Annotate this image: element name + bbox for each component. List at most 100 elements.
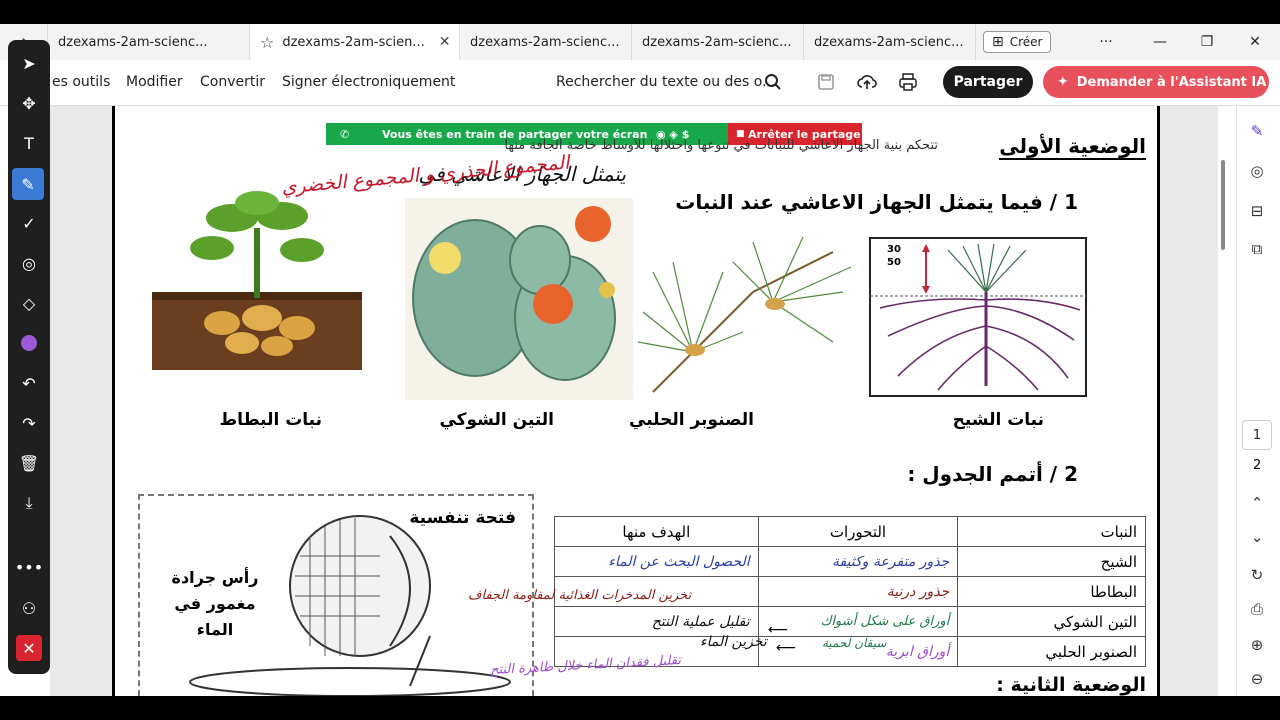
pages-icon[interactable]: ⧉ <box>1244 236 1270 262</box>
table-row: التين الشوكي أوراق على شكل أشواك تقليل ع… <box>554 606 1146 637</box>
table-header-changes: التحورات <box>757 516 959 547</box>
star-icon[interactable]: ☆ <box>260 33 274 52</box>
tab-label: dzexams-2am-scienc... <box>814 34 964 50</box>
situation2-title: الوضعية الثانية : <box>996 674 1146 696</box>
arrow-icon: ⟵ <box>776 640 797 656</box>
bookmark-icon[interactable]: ⊟ <box>1244 198 1270 224</box>
prickly-pear-image <box>405 198 633 400</box>
select-arrow-icon[interactable]: ➤ <box>16 50 42 76</box>
eraser-icon[interactable]: ◇ <box>16 290 42 316</box>
diagram-caption: رأس جرادة مغمور في الماء <box>171 568 259 639</box>
more-icon[interactable]: ••• <box>15 554 43 580</box>
question-1: 1 / فيما يتمثل الجهاز الاعاشي عند النبات <box>675 190 1078 214</box>
tab-label: dzexams-2am-scienc... <box>642 34 792 50</box>
close-tab-icon[interactable]: ✕ <box>439 34 451 50</box>
situation1-intro: تتحكم بنية الجهاز الاعاشي للنباتات في تن… <box>504 138 938 153</box>
diagram-value-1: 30 <box>887 244 901 255</box>
diagram-value-2: 50 <box>887 257 901 268</box>
chevron-up-icon[interactable]: ⌃ <box>1244 490 1270 516</box>
chevron-down-icon[interactable]: ⌄ <box>1244 524 1270 550</box>
note-potato-goal: تخزين المدخرات الغذائية لمقاومة الجفاف <box>468 588 692 603</box>
zoom-out-icon[interactable]: ⊖ <box>1244 666 1270 692</box>
table-cell-goal: تقليل عملية النتح <box>554 606 759 637</box>
table-cell-change: أوراق على شكل أشواك <box>757 606 959 637</box>
share-button[interactable]: Partager <box>943 66 1033 98</box>
comment-icon[interactable]: ◎ <box>1244 158 1270 184</box>
user-settings-icon[interactable]: ⚇ <box>16 595 42 621</box>
note-cactus-stem: سيقان لحمية <box>822 636 887 650</box>
trash-icon[interactable]: 🗑 <box>16 450 42 476</box>
upload-icon[interactable] <box>855 70 879 94</box>
save-icon[interactable] <box>814 70 838 94</box>
text-tool-icon[interactable]: T <box>16 130 42 156</box>
pen-icon[interactable]: ✎ <box>12 168 44 200</box>
close-toolbar-icon[interactable]: ✕ <box>16 635 42 661</box>
undo-icon[interactable]: ↶ <box>16 370 42 396</box>
table-header-goal: الهدف منها <box>554 516 759 547</box>
scrollbar-thumb[interactable] <box>1221 160 1225 250</box>
situation1-title: الوضعية الأولى <box>999 134 1146 160</box>
close-window-button[interactable]: ✕ <box>1232 24 1278 60</box>
ai-assistant-label: Demander à l'Assistant IA <box>1076 74 1267 90</box>
sign-menu[interactable]: Signer électroniquement <box>282 74 455 90</box>
tab-3[interactable]: dzexams-2am-scienc... <box>460 24 632 60</box>
ai-sparkle-icon: ✦ <box>1057 74 1069 90</box>
tab-1[interactable]: dzexams-2am-scienc... <box>48 24 250 60</box>
tab-label: dzexams-2am-scienc... <box>58 34 208 50</box>
table-cell-plant: البطاطا <box>957 576 1146 607</box>
tab-label: dzexams-2am-scienc... <box>470 34 620 50</box>
aleppo-pine-image <box>633 232 855 400</box>
zoom-in-icon[interactable]: ⊕ <box>1244 632 1270 658</box>
edit-menu[interactable]: Modifier <box>126 74 183 90</box>
refresh-icon[interactable]: ↻ <box>1244 562 1270 588</box>
label-prickly-pear: التين الشوكي <box>439 410 554 430</box>
new-tab-button[interactable]: ⊞ Créer <box>983 31 1052 53</box>
page-1-button[interactable]: 1 <box>1242 420 1272 450</box>
minimize-button[interactable]: — <box>1137 24 1183 60</box>
restore-button[interactable]: ❐ <box>1184 24 1230 60</box>
ai-assistant-button[interactable]: ✦ Demander à l'Assistant IA <box>1043 66 1269 98</box>
note-cactus-goal: تخزين الماء <box>700 634 767 650</box>
minimize-icon: — <box>1153 34 1167 50</box>
tab-5[interactable]: dzexams-2am-scienc... <box>804 24 976 60</box>
target-icon[interactable]: ◎ <box>16 250 42 276</box>
redo-icon[interactable]: ↷ <box>16 410 42 436</box>
label-potato: نبات البطاط <box>219 410 322 430</box>
more-icon: ··· <box>1099 34 1113 50</box>
move-icon[interactable]: ✥ <box>16 90 42 116</box>
tools-menu[interactable]: es outils <box>52 74 110 90</box>
ai-summary-icon[interactable]: ✎ <box>1244 118 1270 144</box>
table-header-row: النبات التحورات الهدف منها <box>554 516 1146 547</box>
tab-2-active[interactable]: ☆ dzexams-2am-scien... ✕ <box>250 24 460 60</box>
tab-4[interactable]: dzexams-2am-scienc... <box>632 24 804 60</box>
question-2: 2 / أتمم الجدول : <box>907 462 1078 486</box>
artemisia-plant-diagram <box>868 236 1088 398</box>
bottom-black-bar <box>0 696 1280 720</box>
convert-menu[interactable]: Convertir <box>200 74 265 90</box>
label-artemisia: نبات الشيح <box>952 410 1044 430</box>
print-icon[interactable] <box>896 70 920 94</box>
restore-icon: ❐ <box>1200 34 1214 50</box>
page-settings-icon[interactable]: ⎙ <box>1244 596 1270 622</box>
tab-label: dzexams-2am-scien... <box>282 34 425 50</box>
potato-plant-image <box>152 188 362 370</box>
table-header-plant: النبات <box>957 516 1146 547</box>
search-input[interactable]: Rechercher du texte ou des o... <box>556 74 775 90</box>
page-2-button[interactable]: 2 <box>1253 458 1261 473</box>
download-icon[interactable]: ⤓ <box>16 490 42 516</box>
top-black-bar <box>0 0 1280 24</box>
table-cell-plant: التين الشوكي <box>957 606 1146 637</box>
table-cell-plant: الصنوبر الحلبي <box>957 636 1146 667</box>
color-picker-icon[interactable] <box>16 330 42 356</box>
more-options-button[interactable]: ··· <box>1083 24 1129 60</box>
search-icon[interactable] <box>761 70 785 94</box>
table-cell-plant: الشيح <box>957 546 1146 577</box>
plus-icon: ⊞ <box>992 34 1004 50</box>
label-aleppo-pine: الصنوبر الحلبي <box>629 410 754 430</box>
diagram-title: فتحة تنفسية <box>409 508 516 528</box>
table-cell-goal: الحصول البحث عن الماء <box>554 546 759 577</box>
table-cell-change: جذور متفرعة وكثيفة <box>757 546 959 577</box>
arrow-icon: ⟵ <box>768 622 789 638</box>
table-cell-change: جذور درنية <box>757 576 959 607</box>
check-icon[interactable]: ✓ <box>16 210 42 236</box>
